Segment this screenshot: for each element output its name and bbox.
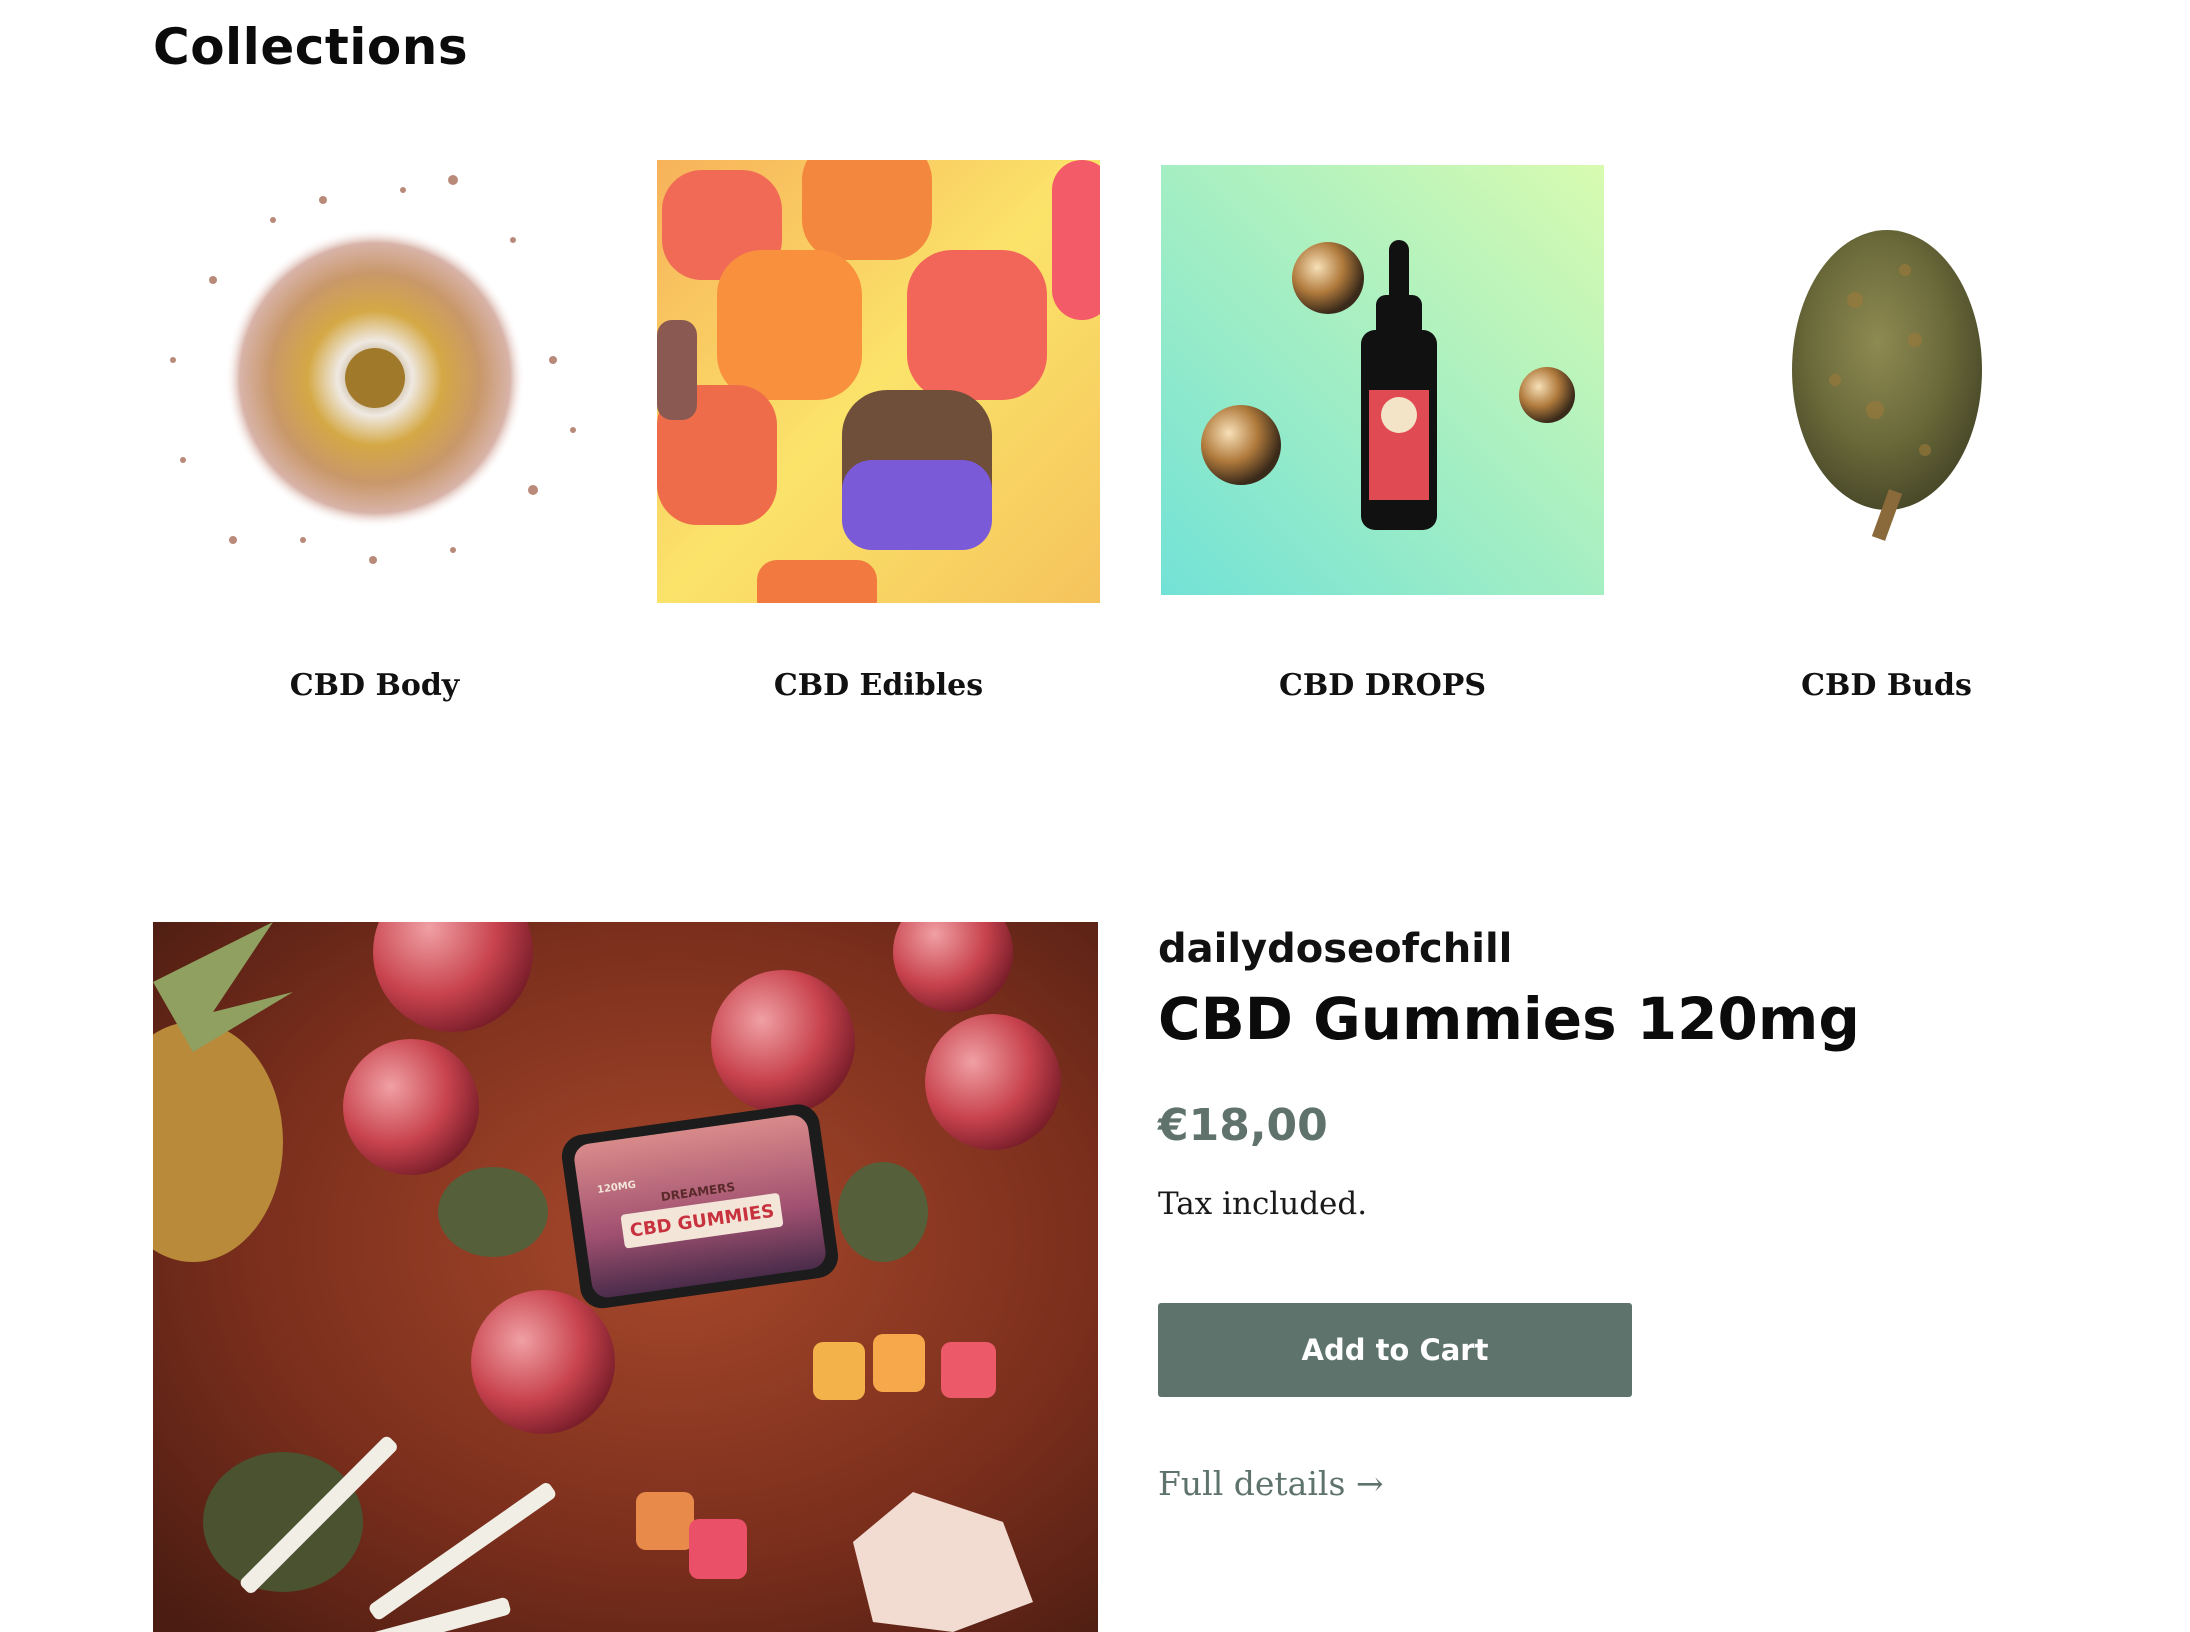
collection-label: CBD DROPS: [1279, 668, 1486, 703]
tax-note: Tax included.: [1158, 1186, 1368, 1222]
product-vendor: dailydoseofchill: [1158, 926, 1513, 972]
cbd-gummies-product-image[interactable]: CBD GUMMIES DREAMERS 120MG: [153, 922, 1098, 1632]
collection-card-cbd-edibles[interactable]: CBD Edibles: [657, 160, 1100, 703]
collection-label: CBD Body: [289, 668, 460, 703]
product-price: €18,00: [1158, 1100, 1328, 1151]
add-to-cart-button[interactable]: Add to Cart: [1158, 1303, 1632, 1397]
cbd-edibles-image: [657, 160, 1100, 603]
cbd-body-image: [153, 160, 596, 603]
collection-card-cbd-body[interactable]: CBD Body: [153, 160, 596, 703]
collection-card-cbd-buds[interactable]: CBD Buds: [1665, 160, 2108, 703]
cbd-buds-image: [1665, 160, 2108, 603]
collections-heading: Collections: [153, 18, 469, 76]
cbd-drops-image: [1161, 160, 1604, 603]
product-title[interactable]: CBD Gummies 120mg: [1158, 985, 1860, 1053]
full-details-link[interactable]: Full details →: [1158, 1464, 1384, 1503]
collection-label: CBD Edibles: [773, 668, 984, 703]
collection-label: CBD Buds: [1801, 668, 1972, 703]
collection-card-cbd-drops[interactable]: CBD DROPS: [1161, 160, 1604, 703]
